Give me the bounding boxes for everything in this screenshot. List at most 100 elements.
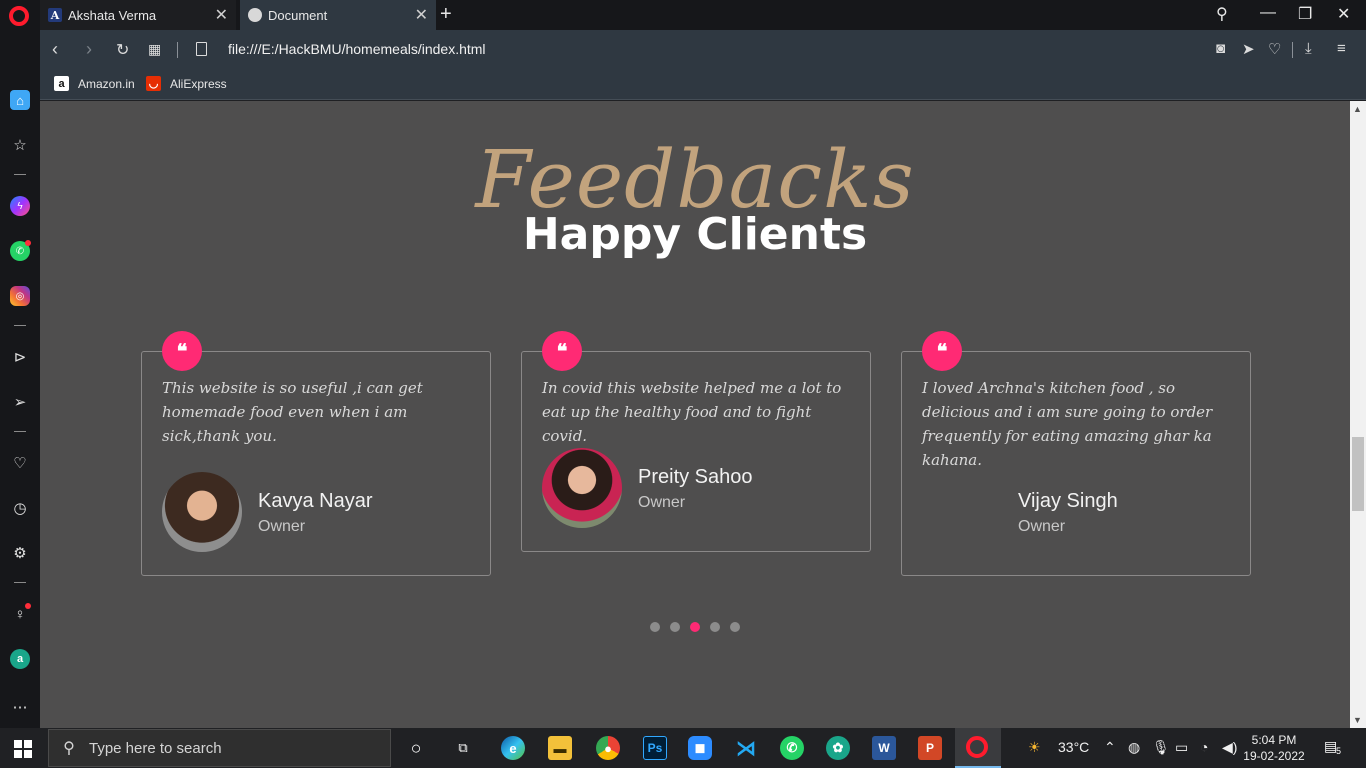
new-tab-button[interactable]: + bbox=[440, 3, 452, 26]
tabs-grid-icon[interactable]: ▦ bbox=[148, 41, 161, 58]
weather-temp[interactable]: 33°C bbox=[1058, 739, 1089, 755]
clock-date: 19-02-2022 bbox=[1243, 749, 1305, 763]
carousel-dot-active[interactable] bbox=[690, 622, 700, 632]
restore-button[interactable]: ❐ bbox=[1298, 4, 1312, 24]
close-window-button[interactable]: ✕ bbox=[1337, 4, 1350, 24]
home-icon[interactable]: ⌂ bbox=[10, 90, 30, 110]
carousel-dots bbox=[650, 622, 740, 632]
heart-icon[interactable]: ♡ bbox=[1268, 40, 1281, 58]
zoom-icon[interactable]: ◼ bbox=[688, 736, 712, 760]
word-icon[interactable]: W bbox=[872, 736, 896, 760]
instagram-icon[interactable]: ◎ bbox=[10, 286, 30, 306]
client-role: Owner bbox=[258, 518, 306, 535]
weather-icon[interactable]: ☀ bbox=[1028, 739, 1041, 756]
download-icon[interactable]: ⤓ bbox=[1305, 40, 1312, 57]
carousel-dot[interactable] bbox=[710, 622, 720, 632]
tray-chevron-icon[interactable]: ⌃ bbox=[1104, 739, 1116, 756]
client-name: Preity Sahoo bbox=[638, 466, 753, 488]
notifications-icon[interactable]: ▤ 5 bbox=[1324, 738, 1342, 756]
cortana-icon[interactable]: ○ bbox=[404, 736, 428, 760]
testimonial-text: This website is so useful ,i can get hom… bbox=[162, 379, 423, 445]
close-tab-icon[interactable]: ✕ bbox=[215, 5, 228, 25]
opera-taskbar-icon[interactable] bbox=[966, 736, 988, 758]
snapshot-icon[interactable]: ◙ bbox=[1216, 40, 1225, 57]
bookmark-aliexpress[interactable]: ◡ AliExpress bbox=[146, 76, 227, 91]
tab-title: Document bbox=[268, 7, 328, 23]
aliexpress-icon: ◡ bbox=[146, 76, 161, 91]
scroll-thumb[interactable] bbox=[1352, 437, 1364, 511]
minimize-button[interactable]: — bbox=[1260, 4, 1276, 22]
taskbar-search-box[interactable]: ⚲ Type here to search bbox=[48, 729, 391, 767]
carousel-dot[interactable] bbox=[730, 622, 740, 632]
easy-setup-icon[interactable]: ≡ bbox=[1337, 40, 1346, 57]
testimonial-text: In covid this website helped me a lot to… bbox=[542, 379, 842, 445]
tab-favicon: A bbox=[48, 8, 62, 22]
wifi-icon[interactable]: ◔ bbox=[1200, 739, 1208, 755]
chrome-icon[interactable]: ● bbox=[596, 736, 620, 760]
back-button[interactable]: ‹ bbox=[52, 39, 58, 60]
page-info-icon[interactable] bbox=[196, 42, 207, 56]
forward-button[interactable]: › bbox=[86, 39, 92, 60]
page-content: Feedbacks Happy Clients ❝ This website i… bbox=[40, 101, 1350, 728]
send-icon[interactable]: ➤ bbox=[1242, 40, 1255, 58]
aria-icon[interactable]: a bbox=[10, 649, 30, 669]
testimonial-card: ❝ I loved Archna's kitchen food , so del… bbox=[901, 331, 1251, 576]
quote-icon: ❝ bbox=[542, 331, 582, 371]
speed-dial-icon[interactable]: ☆ bbox=[10, 135, 30, 155]
microphone-icon[interactable]: 🎙 bbox=[1152, 739, 1170, 756]
windows-start-icon[interactable] bbox=[14, 740, 32, 758]
photoshop-icon[interactable]: Ps bbox=[643, 736, 667, 760]
page-scrollbar[interactable]: ▲ ▼ bbox=[1350, 101, 1366, 728]
testimonial-card: ❝ In covid this website helped me a lot … bbox=[521, 331, 871, 552]
powerpoint-icon[interactable]: P bbox=[918, 736, 942, 760]
client-name: Vijay Singh bbox=[1018, 490, 1118, 512]
search-placeholder: Type here to search bbox=[89, 739, 222, 757]
edge-icon[interactable]: e bbox=[501, 736, 525, 760]
file-explorer-icon[interactable]: ▬ bbox=[548, 736, 572, 760]
scroll-up-icon[interactable]: ▲ bbox=[1353, 104, 1362, 114]
history-clock-icon[interactable]: ◷ bbox=[10, 498, 30, 518]
url-field[interactable]: file:///E:/HackBMU/homemeals/index.html bbox=[228, 41, 486, 57]
battery-icon[interactable]: ▭ bbox=[1175, 739, 1188, 756]
favorites-heart-icon[interactable]: ♡ bbox=[10, 453, 30, 473]
player-icon[interactable]: ⊳ bbox=[10, 347, 30, 367]
windows-taskbar: ⚲ Type here to search ○ ⧉ e ▬ ● Ps ◼ ⋊ ✆… bbox=[0, 728, 1366, 768]
tab-document[interactable]: Document ✕ bbox=[240, 0, 436, 30]
task-view-icon[interactable]: ⧉ bbox=[451, 736, 475, 760]
messenger-icon[interactable]: ϟ bbox=[10, 196, 30, 216]
carousel-dot[interactable] bbox=[670, 622, 680, 632]
flow-icon[interactable]: ➢ bbox=[10, 392, 30, 412]
quote-icon: ❝ bbox=[922, 331, 962, 371]
globe-icon bbox=[248, 8, 262, 22]
close-tab-icon[interactable]: ✕ bbox=[415, 5, 428, 25]
carousel-dot[interactable] bbox=[650, 622, 660, 632]
client-name: Kavya Nayar bbox=[258, 490, 373, 512]
search-tabs-icon[interactable]: ⚲ bbox=[1216, 4, 1228, 24]
bookmark-label: Amazon.in bbox=[78, 76, 135, 91]
system-clock[interactable]: 5:04 PM 19-02-2022 bbox=[1240, 732, 1308, 764]
reload-icon[interactable]: ↻ bbox=[116, 40, 129, 60]
sidebar: ⌂ ☆ ϟ ✆ ◎ ⊳ ➢ ♡ ◷ ⚙ ♀ a ⋯ bbox=[0, 30, 40, 728]
testimonial-card: ❝ This website is so useful ,i can get h… bbox=[141, 331, 491, 576]
clock-time: 5:04 PM bbox=[1251, 733, 1297, 747]
search-icon: ⚲ bbox=[63, 740, 75, 757]
tab-akshata-verma[interactable]: A Akshata Verma ✕ bbox=[40, 0, 236, 30]
settings-gear-icon[interactable]: ⚙ bbox=[10, 543, 30, 563]
bookmark-label: AliExpress bbox=[170, 76, 227, 91]
scroll-down-icon[interactable]: ▼ bbox=[1353, 715, 1362, 725]
tab-title: Akshata Verma bbox=[68, 7, 157, 23]
address-bar: ‹ › ↻ ▦ file:///E:/HackBMU/homemeals/ind… bbox=[40, 30, 1366, 70]
bookmarks-bar: a Amazon.in ◡ AliExpress bbox=[40, 70, 1366, 100]
section-title: Happy Clients bbox=[522, 209, 868, 260]
more-options-icon[interactable]: ⋯ bbox=[10, 697, 30, 717]
opera-logo-icon[interactable] bbox=[9, 6, 29, 26]
amazon-icon: a bbox=[54, 76, 69, 91]
client-role: Owner bbox=[1018, 518, 1066, 535]
volume-icon[interactable]: ◀) bbox=[1222, 739, 1237, 756]
chatgpt-icon[interactable]: ✿ bbox=[826, 736, 850, 760]
meet-now-icon[interactable]: ◍ bbox=[1128, 739, 1140, 756]
whatsapp-taskbar-icon[interactable]: ✆ bbox=[780, 736, 804, 760]
vscode-icon[interactable]: ⋊ bbox=[734, 736, 758, 760]
avatar bbox=[162, 472, 242, 552]
bookmark-amazon[interactable]: a Amazon.in bbox=[54, 76, 135, 91]
